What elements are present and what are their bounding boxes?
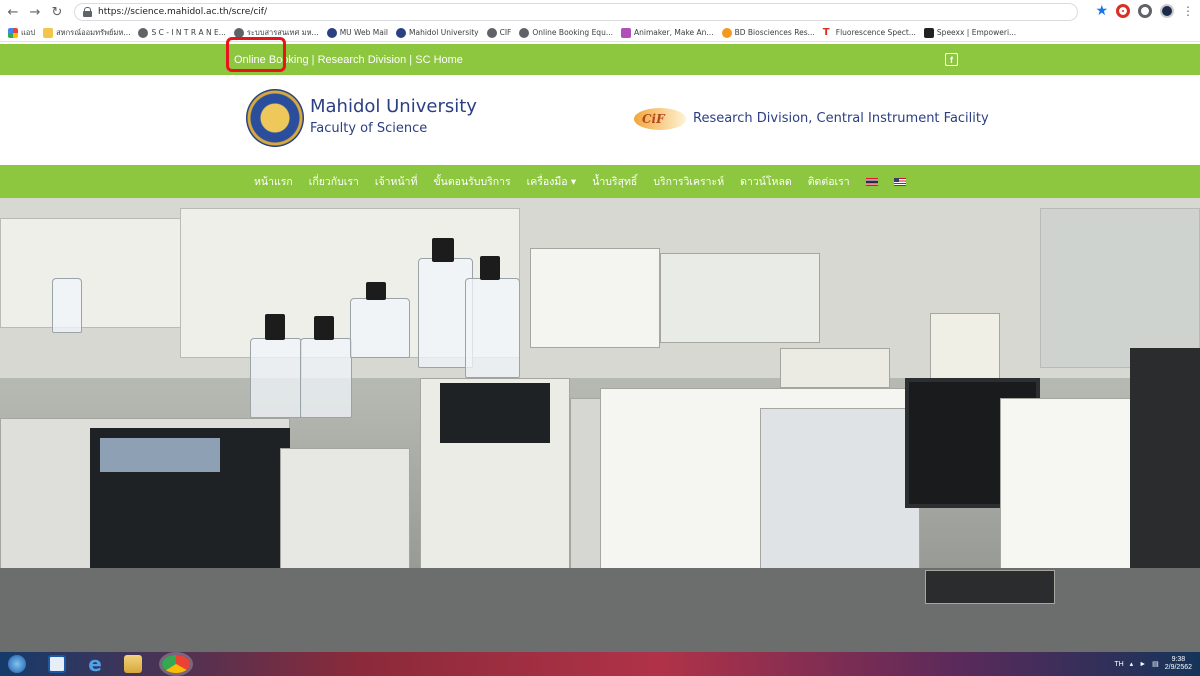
nav-pure-water[interactable]: น้ำบริสุทธิ์ (592, 173, 637, 190)
university-name[interactable]: Mahidol University (310, 96, 477, 117)
chrome-icon[interactable] (162, 655, 190, 673)
thai-flag-icon[interactable] (865, 177, 878, 186)
bookmark-item[interactable]: Online Booking Equ... (519, 27, 613, 38)
system-tray: TH ▴ ► ▤ 9:38 2/9/2562 (1114, 656, 1192, 672)
bookmark-item[interactable]: Speexx | Empoweri... (923, 27, 1016, 38)
bookmark-item[interactable]: S C - I N T R A N E... (138, 27, 226, 38)
bookmark-item[interactable]: สหกรณ์ออมทรัพย์มห... (43, 27, 130, 39)
bookmark-star-icon[interactable]: ★ (1095, 3, 1108, 19)
cif-logo[interactable]: CiF (634, 108, 686, 130)
forward-icon[interactable]: → (26, 3, 44, 21)
animaker-icon (620, 27, 631, 38)
bookmark-item[interactable]: Animaker, Make An... (620, 27, 714, 38)
topbar-separator: | (308, 53, 318, 66)
bookmark-item[interactable]: T Fluorescence Spect... (822, 27, 916, 38)
nav-download[interactable]: ดาวน์โหลด (740, 173, 792, 190)
topbar-separator: | (406, 53, 416, 66)
speexx-icon (923, 27, 934, 38)
globe-icon (486, 27, 497, 38)
start-button-icon[interactable] (8, 655, 26, 673)
sc-home-link[interactable]: SC Home (415, 54, 463, 66)
nav-staff[interactable]: เจ้าหน้าที่ (375, 173, 418, 190)
mail-icon (326, 27, 337, 38)
division-title: Research Division, Central Instrument Fa… (693, 111, 989, 126)
network-icon[interactable]: ▤ (1152, 660, 1159, 668)
url-text: https://science.mahidol.ac.th/scre/cif/ (98, 7, 268, 17)
lock-icon (83, 7, 92, 17)
reload-icon[interactable]: ↻ (48, 3, 66, 21)
research-division-link[interactable]: Research Division (318, 54, 407, 66)
nav-service-steps[interactable]: ขั้นตอนรับบริการ (433, 173, 510, 190)
windows-taskbar: e TH ▴ ► ▤ 9:38 2/9/2562 (0, 652, 1200, 676)
bookmarks-bar: แอป สหกรณ์ออมทรัพย์มห... S C - I N T R A… (0, 24, 1200, 42)
back-icon[interactable]: ← (4, 3, 22, 21)
highlight-annotation (226, 37, 286, 72)
mahidol-seal-logo[interactable] (246, 89, 304, 147)
internet-explorer-icon[interactable]: e (86, 654, 104, 674)
bookmark-apps[interactable]: แอป (8, 27, 35, 39)
media-player-icon[interactable] (48, 655, 66, 673)
main-navigation: หน้าแรก เกี่ยวกับเรา เจ้าหน้าที่ ขั้นตอน… (0, 165, 1200, 198)
hero-lab-image (0, 198, 1200, 652)
apps-icon (8, 27, 18, 38)
coop-icon (43, 27, 54, 38)
extension-icon[interactable] (1138, 4, 1152, 18)
english-flag-icon[interactable] (893, 177, 906, 186)
clock-time: 9:38 (1171, 656, 1186, 663)
globe-icon (233, 27, 244, 38)
bd-icon (721, 27, 732, 38)
thermo-icon: T (822, 27, 833, 38)
opera-extension-icon[interactable] (1116, 4, 1130, 18)
site-header (0, 75, 1200, 165)
nav-instruments-dropdown[interactable]: เครื่องมือ ▾ (527, 173, 577, 190)
bookmark-item[interactable]: BD Biosciences Res... (721, 27, 815, 38)
menu-icon[interactable]: ⋮ (1182, 4, 1194, 18)
globe-icon (138, 27, 149, 38)
university-icon (396, 27, 407, 38)
profile-avatar[interactable] (1160, 4, 1174, 18)
address-bar[interactable]: https://science.mahidol.ac.th/scre/cif/ (74, 3, 1078, 21)
language-indicator[interactable]: TH (1114, 661, 1123, 668)
nav-analysis-service[interactable]: บริการวิเคราะห์ (653, 173, 724, 190)
volume-icon[interactable]: ► (1139, 661, 1146, 668)
tray-arrow-icon[interactable]: ▴ (1130, 660, 1134, 668)
clock-date: 2/9/2562 (1164, 664, 1192, 671)
faculty-name: Faculty of Science (310, 121, 428, 136)
browser-actions: ★ ⋮ (1095, 3, 1194, 19)
bookmark-item[interactable]: Mahidol University (396, 27, 479, 38)
globe-icon (519, 27, 530, 38)
file-explorer-icon[interactable] (124, 655, 142, 673)
site-topbar: Online Booking | Research Division | SC … (0, 44, 1200, 75)
nav-home[interactable]: หน้าแรก (254, 173, 293, 190)
nav-contact[interactable]: ติดต่อเรา (808, 173, 850, 190)
bookmark-item[interactable]: CIF (486, 27, 511, 38)
bookmark-item[interactable]: MU Web Mail (326, 27, 388, 38)
facebook-icon[interactable]: f (945, 53, 958, 66)
browser-toolbar: ← → ↻ https://science.mahidol.ac.th/scre… (0, 0, 1200, 24)
clock[interactable]: 9:38 2/9/2562 (1165, 656, 1192, 672)
nav-about[interactable]: เกี่ยวกับเรา (309, 173, 359, 190)
